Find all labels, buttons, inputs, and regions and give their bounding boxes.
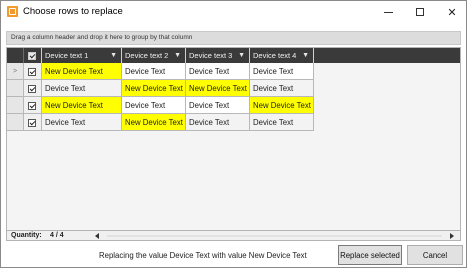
filter-icon[interactable]: ▼ bbox=[174, 48, 181, 63]
column-header-label: Device text 1 bbox=[45, 51, 89, 60]
quantity-value: 4 / 4 bbox=[50, 232, 64, 239]
scroll-left-arrow-icon[interactable] bbox=[95, 233, 99, 239]
column-header-label: Device text 4 bbox=[253, 51, 297, 60]
filter-icon[interactable]: ▼ bbox=[302, 48, 309, 63]
group-by-hint: Drag a column header and drop it here to… bbox=[11, 34, 193, 41]
column-header-device-text-1[interactable]: Device text 1 ▼ bbox=[42, 48, 122, 63]
table-cell[interactable]: Device Text bbox=[250, 114, 314, 131]
maximize-icon bbox=[416, 8, 424, 16]
row-indicator bbox=[7, 97, 24, 114]
maximize-button[interactable] bbox=[405, 1, 435, 23]
table-cell[interactable]: New Device Text bbox=[122, 114, 186, 131]
horizontal-scrollbar[interactable] bbox=[107, 235, 442, 237]
column-header-device-text-3[interactable]: Device text 3 ▼ bbox=[186, 48, 250, 63]
row-select-cell[interactable] bbox=[24, 63, 42, 80]
window-title: Choose rows to replace bbox=[23, 6, 123, 17]
table-cell[interactable]: Device Text bbox=[186, 63, 250, 80]
table-cell[interactable]: New Device Text bbox=[42, 63, 122, 80]
row-checkbox[interactable] bbox=[28, 118, 36, 127]
close-button[interactable]: ✕ bbox=[437, 1, 467, 23]
table-cell[interactable]: Device Text bbox=[250, 63, 314, 80]
column-header-label: Device text 2 bbox=[125, 51, 169, 60]
dialog-window: Choose rows to replace ✕ Drag a column h… bbox=[0, 0, 467, 268]
current-row-indicator: > bbox=[7, 63, 24, 80]
table-cell[interactable]: New Device Text bbox=[42, 97, 122, 114]
column-header-device-text-2[interactable]: Device text 2 ▼ bbox=[122, 48, 186, 63]
close-icon: ✕ bbox=[447, 6, 457, 19]
rows-grid: Device text 1 ▼ Device text 2 ▼ Device t… bbox=[6, 47, 461, 241]
group-by-panel[interactable]: Drag a column header and drop it here to… bbox=[6, 31, 461, 45]
table-cell[interactable]: New Device Text bbox=[122, 80, 186, 97]
grid-status-bar: Quantity: 4 / 4 bbox=[6, 230, 461, 241]
table-cell[interactable]: Device Text bbox=[250, 80, 314, 97]
row-indicator bbox=[7, 114, 24, 131]
table-cell[interactable]: New Device Text bbox=[186, 80, 250, 97]
table-cell[interactable]: Device Text bbox=[186, 97, 250, 114]
minimize-icon bbox=[383, 11, 393, 13]
header-indicator-cell bbox=[7, 48, 24, 63]
row-select-cell[interactable] bbox=[24, 114, 42, 131]
table-cell[interactable]: Device Text bbox=[186, 114, 250, 131]
replace-message: Replacing the value Device Text with val… bbox=[99, 251, 307, 260]
header-select-all[interactable] bbox=[24, 48, 42, 63]
table-cell[interactable]: Device Text bbox=[42, 114, 122, 131]
row-select-cell[interactable] bbox=[24, 97, 42, 114]
row-select-cell[interactable] bbox=[24, 80, 42, 97]
grid-header: Device text 1 ▼ Device text 2 ▼ Device t… bbox=[7, 48, 460, 63]
replace-selected-button[interactable]: Replace selected bbox=[338, 245, 402, 265]
app-icon bbox=[7, 6, 18, 17]
column-header-device-text-4[interactable]: Device text 4 ▼ bbox=[250, 48, 314, 63]
table-row[interactable]: > New Device Text Device Text Device Tex… bbox=[7, 63, 460, 80]
filter-icon[interactable]: ▼ bbox=[238, 48, 245, 63]
table-row[interactable]: New Device Text Device Text Device Text … bbox=[7, 97, 460, 114]
row-checkbox[interactable] bbox=[28, 101, 36, 110]
row-checkbox[interactable] bbox=[28, 84, 36, 93]
column-header-label: Device text 3 bbox=[189, 51, 233, 60]
cancel-button[interactable]: Cancel bbox=[407, 245, 463, 265]
row-indicator bbox=[7, 80, 24, 97]
minimize-button[interactable] bbox=[373, 1, 403, 23]
quantity-label: Quantity: bbox=[11, 232, 42, 239]
table-row[interactable]: Device Text New Device Text Device Text … bbox=[7, 114, 460, 131]
title-bar: Choose rows to replace ✕ bbox=[1, 1, 466, 23]
table-cell[interactable]: New Device Text bbox=[250, 97, 314, 114]
scroll-right-arrow-icon[interactable] bbox=[450, 233, 454, 239]
table-cell[interactable]: Device Text bbox=[42, 80, 122, 97]
table-cell[interactable]: Device Text bbox=[122, 97, 186, 114]
row-checkbox[interactable] bbox=[28, 67, 36, 76]
filter-icon[interactable]: ▼ bbox=[110, 48, 117, 63]
table-row[interactable]: Device Text New Device Text New Device T… bbox=[7, 80, 460, 97]
table-cell[interactable]: Device Text bbox=[122, 63, 186, 80]
select-all-checkbox[interactable] bbox=[28, 52, 36, 61]
